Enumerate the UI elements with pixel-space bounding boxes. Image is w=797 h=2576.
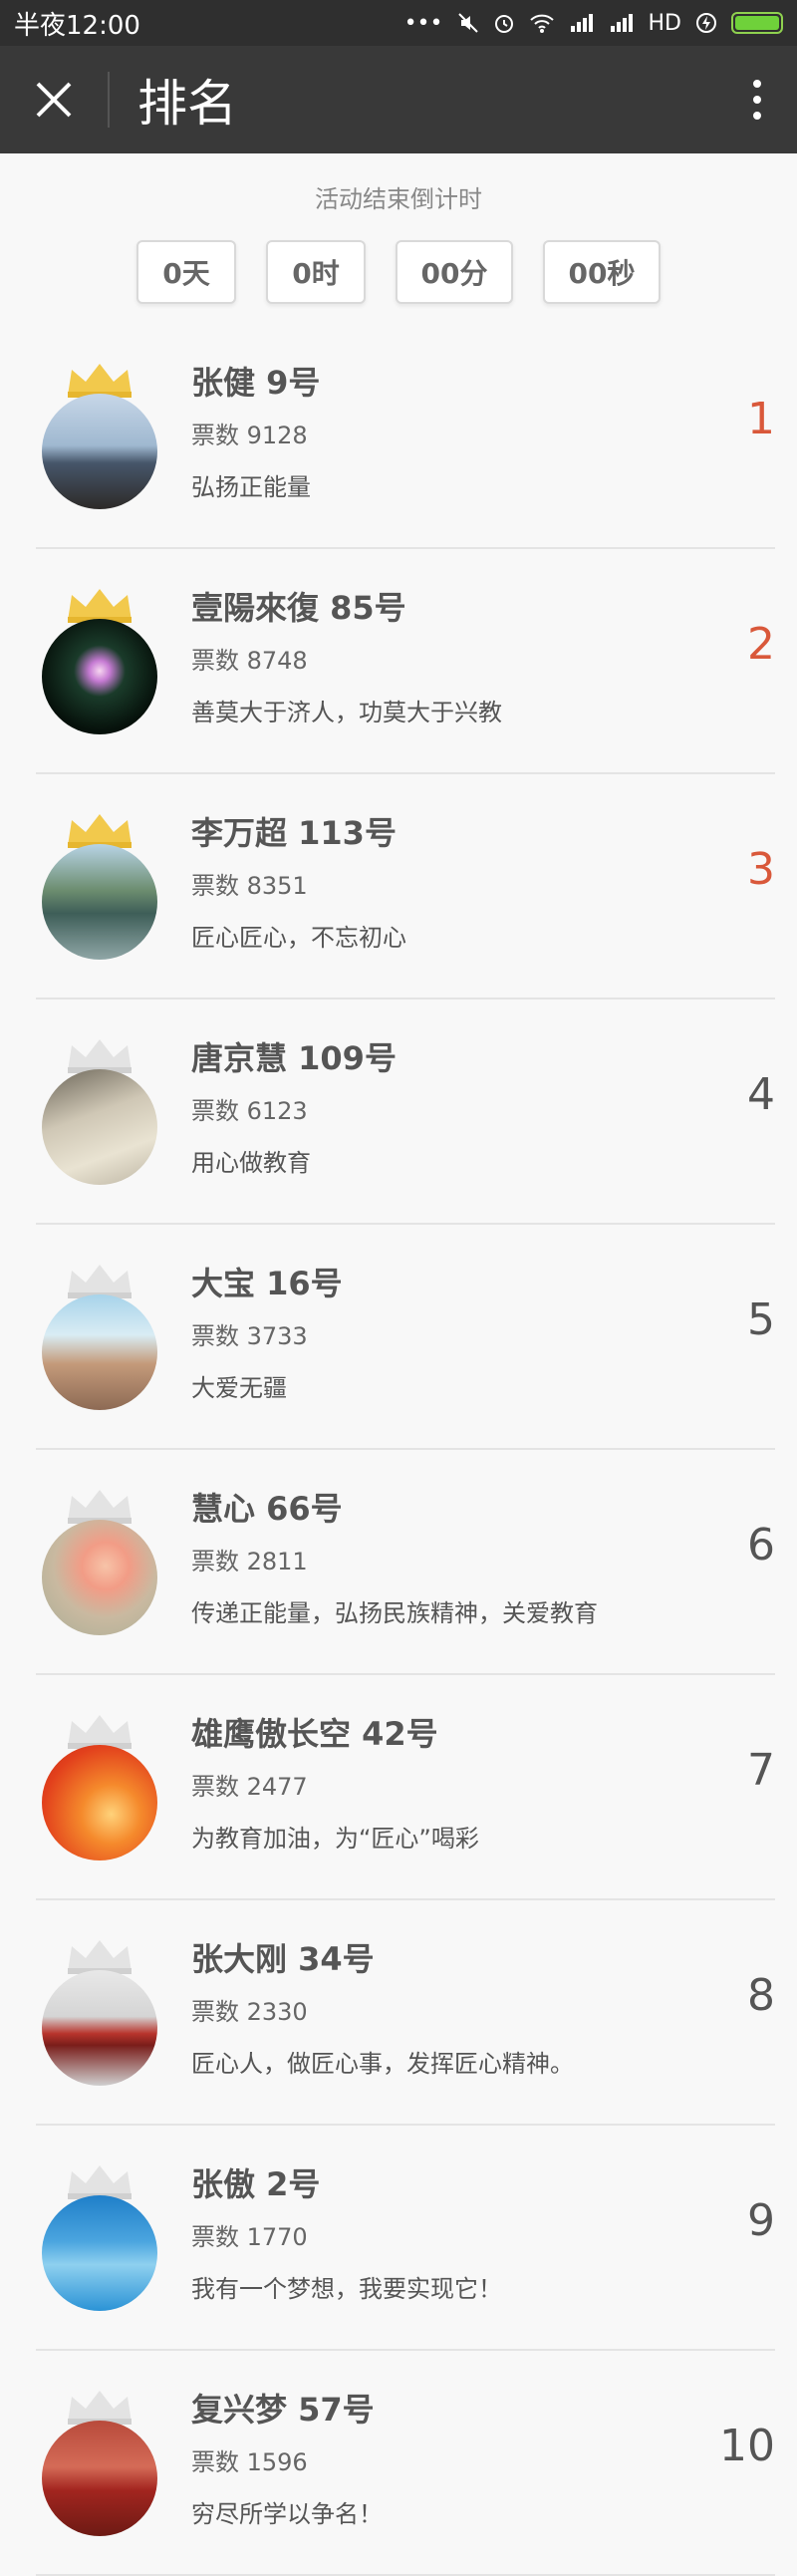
avatar-with-crown <box>42 360 157 509</box>
entry-rank: 3 <box>747 844 775 895</box>
signal-icon-2 <box>610 14 633 32</box>
signal-icon <box>570 14 593 32</box>
avatar-with-crown <box>42 1486 157 1635</box>
avatar-with-crown <box>42 1035 157 1185</box>
entry-rank: 6 <box>747 1520 775 1571</box>
entry-slogan: 我有一个梦想，我要实现它！ <box>191 2275 502 2303</box>
ranking-row[interactable]: 复兴梦 57号 票数 1596 穷尽所学以争名！ 10 <box>36 2351 775 2576</box>
avatar[interactable] <box>42 2421 157 2536</box>
entry-name: 李万超 113号 <box>191 814 397 852</box>
status-bar: 半夜12:00 ••• HD <box>0 0 797 46</box>
entry-votes: 票数 8748 <box>191 647 308 675</box>
ranking-row[interactable]: 张傲 2号 票数 1770 我有一个梦想，我要实现它！ 9 <box>36 2126 775 2351</box>
entry-slogan: 匠心匠心，不忘初心 <box>191 924 406 952</box>
countdown-seconds: 00秒 <box>543 240 661 304</box>
entry-name: 雄鹰傲长空 42号 <box>191 1715 438 1753</box>
close-icon <box>36 82 72 118</box>
entry-name: 壹陽來復 85号 <box>191 589 406 627</box>
entry-name: 大宝 16号 <box>191 1265 343 1302</box>
avatar-with-crown <box>42 585 157 734</box>
ranking-row[interactable]: 李万超 113号 票数 8351 匠心匠心，不忘初心 3 <box>36 774 775 1000</box>
entry-name: 复兴梦 57号 <box>191 2391 375 2429</box>
charging-icon <box>696 13 716 33</box>
wifi-icon <box>529 14 554 33</box>
entry-rank: 5 <box>747 1294 775 1345</box>
title-divider <box>108 72 110 128</box>
ranking-row[interactable]: 张健 9号 票数 9128 弘扬正能量 1 <box>36 324 775 549</box>
avatar-with-crown <box>42 2161 157 2311</box>
ranking-row[interactable]: 慧心 66号 票数 2811 传递正能量，弘扬民族精神，关爱教育 6 <box>36 1450 775 1675</box>
ranking-row[interactable]: 雄鹰傲长空 42号 票数 2477 为教育加油，为“匠心”喝彩 7 <box>36 1675 775 1900</box>
avatar-with-crown <box>42 1936 157 2086</box>
entry-votes: 票数 1770 <box>191 2223 308 2251</box>
status-icons: ••• HD <box>404 11 783 36</box>
battery-icon <box>731 12 783 34</box>
entry-rank: 2 <box>747 619 775 670</box>
entry-slogan: 匠心人，做匠心事，发挥匠心精神。 <box>191 2050 574 2078</box>
entry-slogan: 弘扬正能量 <box>191 473 311 501</box>
entry-slogan: 用心做教育 <box>191 1149 311 1177</box>
entry-votes: 票数 2477 <box>191 1773 308 1801</box>
status-time: 半夜12:00 <box>14 10 140 41</box>
entry-rank: 1 <box>747 394 775 444</box>
entry-slogan: 善莫大于济人，功莫大于兴教 <box>191 699 502 726</box>
avatar-with-crown <box>42 2387 157 2536</box>
entry-name: 张大刚 34号 <box>191 1940 375 1978</box>
avatar[interactable] <box>42 394 157 509</box>
countdown: 活动结束倒计时 0天 0时 00分 00秒 <box>0 153 797 304</box>
entry-name: 唐京慧 109号 <box>191 1039 397 1077</box>
more-dots-icon: ••• <box>403 10 443 36</box>
entry-votes: 票数 1596 <box>191 2448 308 2476</box>
entry-rank: 10 <box>719 2421 775 2471</box>
entry-rank: 4 <box>747 1069 775 1120</box>
entry-votes: 票数 9128 <box>191 422 308 449</box>
entry-slogan: 传递正能量，弘扬民族精神，关爱教育 <box>191 1599 598 1627</box>
entry-name: 张傲 2号 <box>191 2165 321 2203</box>
entry-votes: 票数 2330 <box>191 1998 308 2026</box>
page-title: 排名 <box>137 75 237 133</box>
network-type: HD <box>648 10 681 36</box>
entry-rank: 8 <box>747 1970 775 2021</box>
avatar[interactable] <box>42 1970 157 2086</box>
entry-votes: 票数 8351 <box>191 872 308 900</box>
entry-rank: 9 <box>747 2195 775 2246</box>
countdown-days: 0天 <box>136 240 236 304</box>
entry-votes: 票数 3733 <box>191 1322 308 1350</box>
countdown-boxes: 0天 0时 00分 00秒 <box>0 240 797 304</box>
mute-icon <box>457 13 478 33</box>
avatar[interactable] <box>42 1294 157 1410</box>
avatar[interactable] <box>42 1745 157 1860</box>
avatar[interactable] <box>42 844 157 960</box>
more-menu-button[interactable] <box>717 46 797 153</box>
ranking-row[interactable]: 大宝 16号 票数 3733 大爱无疆 5 <box>36 1225 775 1450</box>
entry-name: 慧心 66号 <box>191 1490 343 1528</box>
entry-slogan: 穷尽所学以争名！ <box>191 2500 383 2528</box>
countdown-hours: 0时 <box>266 240 366 304</box>
menu-dot <box>753 96 761 104</box>
countdown-label: 活动结束倒计时 <box>315 185 482 213</box>
menu-dot <box>753 112 761 120</box>
avatar-with-crown <box>42 1711 157 1860</box>
close-button[interactable] <box>0 46 108 153</box>
ranking-list: 张健 9号 票数 9128 弘扬正能量 1 壹陽來復 85号 票数 8748 善… <box>0 324 797 2576</box>
countdown-minutes: 00分 <box>396 240 513 304</box>
avatar[interactable] <box>42 2195 157 2311</box>
avatar[interactable] <box>42 619 157 734</box>
entry-rank: 7 <box>747 1745 775 1796</box>
ranking-row[interactable]: 唐京慧 109号 票数 6123 用心做教育 4 <box>36 1000 775 1225</box>
avatar-with-crown <box>42 810 157 960</box>
avatar-with-crown <box>42 1261 157 1410</box>
entry-slogan: 大爱无疆 <box>191 1374 287 1402</box>
ranking-row[interactable]: 壹陽來復 85号 票数 8748 善莫大于济人，功莫大于兴教 2 <box>36 549 775 774</box>
avatar[interactable] <box>42 1520 157 1635</box>
ranking-row[interactable]: 张大刚 34号 票数 2330 匠心人，做匠心事，发挥匠心精神。 8 <box>36 1900 775 2126</box>
title-bar: 排名 <box>0 46 797 153</box>
entry-slogan: 为教育加油，为“匠心”喝彩 <box>191 1825 479 1853</box>
entry-votes: 票数 2811 <box>191 1548 308 1575</box>
entry-name: 张健 9号 <box>191 364 321 402</box>
avatar[interactable] <box>42 1069 157 1185</box>
menu-dot <box>753 80 761 88</box>
alarm-icon <box>494 15 513 33</box>
entry-votes: 票数 6123 <box>191 1097 308 1125</box>
